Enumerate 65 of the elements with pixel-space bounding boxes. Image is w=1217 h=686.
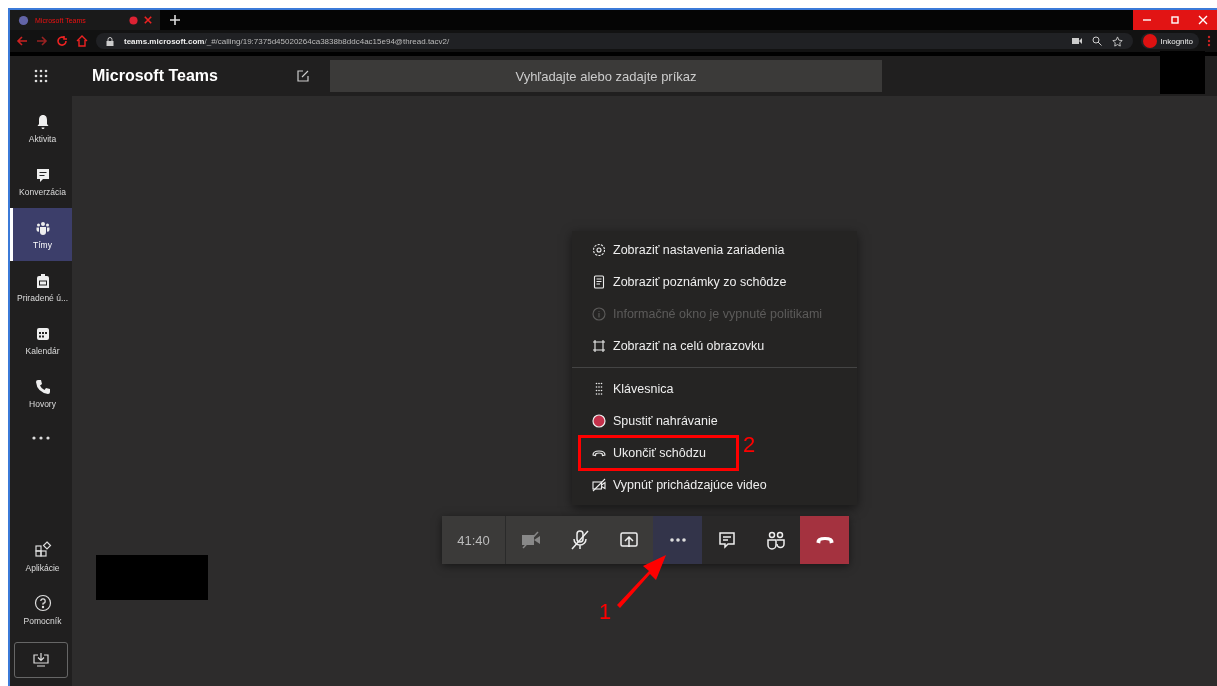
home-icon[interactable] [76, 35, 88, 47]
redaction [1160, 51, 1205, 94]
sidebar-item[interactable]: Aktivita [10, 102, 72, 155]
download-button[interactable] [14, 642, 68, 678]
menu-item[interactable]: Ukončiť schôdzu [580, 437, 737, 469]
sidebar-item[interactable]: Tímy [10, 208, 72, 261]
notes-icon [592, 275, 606, 289]
backpack-icon [34, 272, 51, 289]
help-icon [33, 593, 52, 612]
app-launcher-icon[interactable] [34, 69, 48, 83]
video-off-icon [592, 478, 606, 492]
step-number: 1 [599, 599, 612, 625]
restore-icon [1170, 15, 1180, 25]
profile-button[interactable]: Inkognito [1140, 33, 1199, 49]
teams-icon [18, 14, 29, 26]
sidebar-item[interactable]: Priradené ú... [10, 261, 72, 314]
sidebar-item[interactable]: Pomocník [10, 583, 72, 636]
fullscreen-icon [592, 339, 606, 353]
reload-icon[interactable] [56, 35, 68, 47]
close-window-button[interactable] [1189, 10, 1217, 30]
new-tab-icon[interactable] [170, 15, 180, 25]
more-icon [669, 538, 686, 542]
address-bar[interactable]: teams.microsoft.com/_#/calling/19:7375d45020264ca3838b8ddc4ac15e94@thread.tacv2/ [96, 33, 1133, 49]
sidebar-item[interactable]: Hovory [10, 367, 72, 420]
menu-item[interactable]: Zobraziť nastavenia zariadenia [572, 234, 857, 266]
mic-off-icon [568, 529, 591, 551]
team-icon [34, 219, 51, 236]
sidebar-item[interactable]: Kalendár [10, 314, 72, 367]
hang-up-icon [815, 536, 834, 544]
sidebar-item[interactable]: Aplikácie [10, 530, 72, 583]
info-icon [592, 307, 606, 321]
call-timer: 41:40 [442, 516, 506, 564]
camera-icon[interactable] [1071, 37, 1082, 45]
lock-icon [106, 36, 114, 46]
apps-icon [33, 540, 52, 559]
menu-item[interactable]: Vypnúť prichádzajúce video [572, 469, 857, 501]
record-icon [592, 414, 606, 428]
close-icon [1198, 15, 1208, 25]
hangup-button[interactable] [800, 516, 849, 564]
recording-icon [129, 15, 138, 25]
app-title: Microsoft Teams [92, 67, 219, 85]
phone-icon [34, 378, 51, 395]
menu-item[interactable]: Klávesnica [572, 373, 857, 405]
download-icon [32, 652, 50, 668]
people-button[interactable] [751, 516, 800, 564]
star-icon[interactable] [1111, 35, 1123, 47]
close-icon[interactable] [144, 16, 152, 24]
share-button[interactable] [604, 516, 653, 564]
menu-icon[interactable] [1207, 35, 1211, 47]
settings-icon [592, 243, 606, 257]
avatar-icon [1142, 34, 1157, 48]
calendar-icon [34, 325, 51, 342]
chat-button[interactable] [702, 516, 751, 564]
sidebar-item[interactable]: Konverzácia [10, 155, 72, 208]
menu-item[interactable]: Zobraziť poznámky zo schôdze [572, 266, 857, 298]
menu-item[interactable]: Zobraziť na celú obrazovku [572, 330, 857, 362]
chat-icon [34, 166, 51, 183]
search-field[interactable]: Vyhľadajte alebo zadajte príkaz [330, 60, 882, 92]
zoom-icon[interactable] [1091, 36, 1102, 46]
minimize-button[interactable] [1133, 10, 1161, 30]
more-icon[interactable] [32, 436, 50, 440]
camera-off-icon [519, 529, 542, 551]
compose-icon[interactable] [296, 69, 310, 83]
back-icon[interactable] [16, 35, 28, 47]
people-icon [764, 529, 787, 551]
